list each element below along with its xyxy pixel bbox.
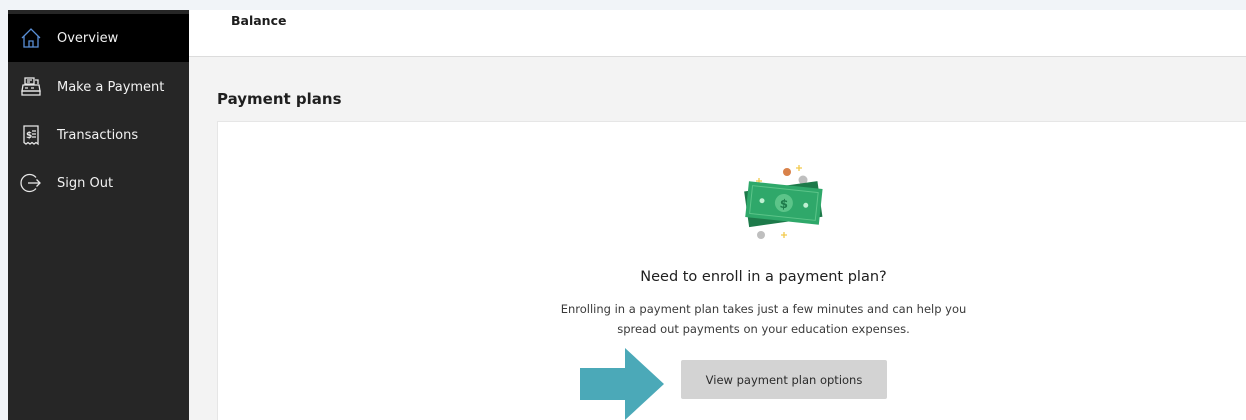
sidebar-item-sign-out[interactable]: Sign Out [8, 159, 189, 207]
receipt-icon: $ [20, 124, 42, 146]
description-line: spread out payments on your education ex… [617, 322, 910, 336]
sidebar-item-label: Make a Payment [57, 79, 165, 95]
description-line: Enrolling in a payment plan takes just a… [560, 302, 967, 316]
svg-text:$: $ [779, 197, 789, 212]
arrow-pointer-icon [580, 348, 664, 420]
sidebar-item-label: Transactions [57, 127, 139, 143]
enroll-heading: Need to enroll in a payment plan? [640, 269, 887, 285]
sidebar-item-overview[interactable]: Overview [8, 14, 189, 62]
section-title: Payment plans [217, 90, 342, 108]
view-payment-plan-options-button[interactable]: View payment plan options [681, 360, 887, 399]
sidebar-item-label: Sign Out [57, 175, 114, 191]
page-title: Balance [231, 13, 287, 28]
sidebar-item-make-a-payment[interactable]: Make a Payment [8, 63, 189, 111]
sign-out-icon [20, 172, 42, 194]
svg-text:$: $ [26, 131, 32, 141]
cash-register-icon [20, 76, 42, 98]
payment-plan-card: $ Need to enroll in a payment plan? Enro… [217, 121, 1246, 420]
sidebar-item-transactions[interactable]: $ Transactions [8, 111, 189, 159]
balance-header: Balance [189, 10, 1246, 57]
main-content: Balance Payment plans $ Need to enroll i… [189, 10, 1246, 420]
sidebar: Overview Make a Payment $ Transactions S… [8, 10, 189, 420]
sidebar-item-label: Overview [57, 30, 119, 46]
enroll-description: Enrolling in a payment plan takes just a… [190, 299, 1246, 339]
money-bills-icon: $ [742, 158, 826, 244]
home-icon [20, 27, 42, 49]
